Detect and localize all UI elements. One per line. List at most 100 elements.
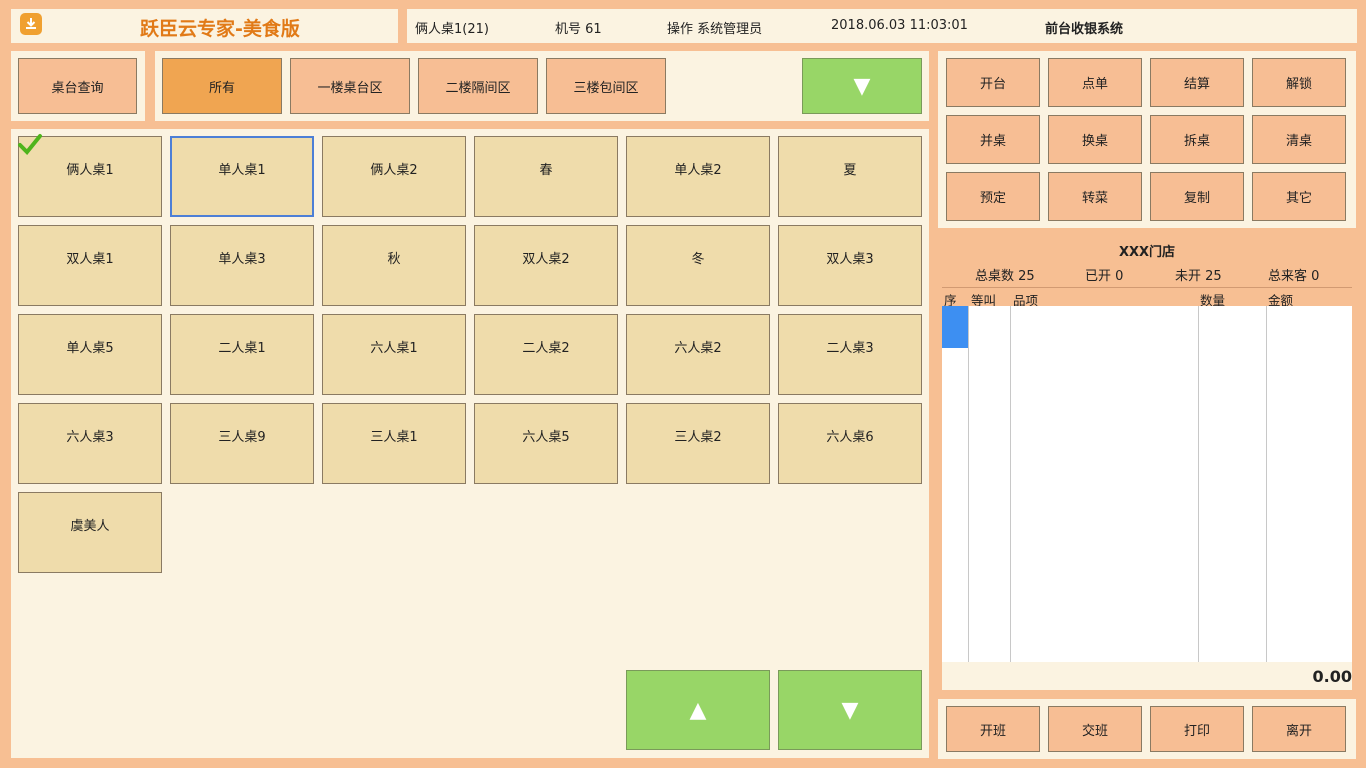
table-tile[interactable]: 三人桌2 bbox=[626, 403, 770, 484]
row-selector[interactable] bbox=[942, 306, 968, 348]
order-total: 0.00 bbox=[1312, 667, 1352, 686]
table-tile-label: 夏 bbox=[843, 163, 857, 178]
table-tile-label: 六人桌2 bbox=[674, 341, 722, 356]
table-tile-label: 单人桌5 bbox=[66, 341, 114, 356]
table-tile-label: 二人桌2 bbox=[522, 341, 570, 356]
action-button[interactable]: 换桌 bbox=[1048, 115, 1142, 164]
system-name: 前台收银系统 bbox=[1045, 22, 1124, 37]
action-panel: 开台 点单 结算 解锁并桌 换桌 拆桌 清桌预定 转菜 复制 其它 bbox=[938, 51, 1356, 228]
total-tables: 总桌数 25 bbox=[975, 269, 1035, 284]
action-button[interactable]: 点单 bbox=[1048, 58, 1142, 107]
action-button[interactable]: 清桌 bbox=[1252, 115, 1346, 164]
table-tile[interactable]: 三人桌9 bbox=[170, 403, 314, 484]
table-query-button[interactable]: 桌台查询 bbox=[18, 58, 137, 114]
tab-all[interactable]: 所有 bbox=[162, 58, 282, 114]
table-tile-label: 六人桌6 bbox=[826, 430, 874, 445]
table-tile-label: 二人桌3 bbox=[826, 341, 874, 356]
store-name: XXX门店 bbox=[1118, 245, 1176, 260]
machine-number: 机号 61 bbox=[555, 22, 602, 37]
current-table-info: 俩人桌1(21) bbox=[415, 22, 489, 37]
table-tile[interactable]: 春 bbox=[474, 136, 618, 217]
bottom-action-button[interactable]: 打印 bbox=[1150, 706, 1244, 752]
table-tile[interactable]: 六人桌6 bbox=[778, 403, 922, 484]
query-panel: 桌台查询 bbox=[11, 51, 145, 121]
table-tile-label: 单人桌2 bbox=[674, 163, 722, 178]
tab-floor1[interactable]: 一楼桌台区 bbox=[290, 58, 410, 114]
table-tile-label: 六人桌1 bbox=[370, 341, 418, 356]
col-divider bbox=[1266, 306, 1267, 662]
table-tile-label: 单人桌1 bbox=[218, 163, 266, 178]
tab-floor3[interactable]: 三楼包间区 bbox=[546, 58, 666, 114]
action-button[interactable]: 并桌 bbox=[946, 115, 1040, 164]
col-divider bbox=[1198, 306, 1199, 662]
operator-info: 操作 系统管理员 bbox=[667, 22, 763, 37]
action-button[interactable]: 开台 bbox=[946, 58, 1040, 107]
table-tile-label: 六人桌5 bbox=[522, 430, 570, 445]
table-tile[interactable]: 双人桌2 bbox=[474, 225, 618, 306]
table-tile[interactable]: 三人桌1 bbox=[322, 403, 466, 484]
table-tile-label: 冬 bbox=[691, 252, 705, 267]
action-button[interactable]: 解锁 bbox=[1252, 58, 1346, 107]
bottom-action-button[interactable]: 开班 bbox=[946, 706, 1040, 752]
table-tile-label: 三人桌9 bbox=[218, 430, 266, 445]
table-tile-label: 虞美人 bbox=[70, 519, 110, 534]
action-button[interactable]: 复制 bbox=[1150, 172, 1244, 221]
action-button[interactable]: 转菜 bbox=[1048, 172, 1142, 221]
order-total-bar: 0.00 bbox=[942, 662, 1352, 690]
arrow-down-icon: ▼ bbox=[841, 697, 859, 723]
table-tile-label: 六人桌3 bbox=[66, 430, 114, 445]
datetime: 2018.06.03 11:03:01 bbox=[831, 18, 968, 33]
table-tile[interactable]: 双人桌1 bbox=[18, 225, 162, 306]
table-grid-panel: 俩人桌1 单人桌1 俩人桌2 春 单人桌2 夏双人桌1 单人桌3 秋 双人桌2 冬 双人桌3 单人桌5… bbox=[11, 129, 929, 758]
table-tile[interactable]: 单人桌3 bbox=[170, 225, 314, 306]
table-tile-label: 三人桌2 bbox=[674, 430, 722, 445]
table-tile[interactable]: 双人桌3 bbox=[778, 225, 922, 306]
checkmark-icon bbox=[17, 133, 43, 161]
table-tile-label: 双人桌3 bbox=[826, 252, 874, 267]
tab-floor2[interactable]: 二楼隔间区 bbox=[418, 58, 538, 114]
table-tile-label: 俩人桌2 bbox=[370, 163, 418, 178]
action-button[interactable]: 预定 bbox=[946, 172, 1040, 221]
arrow-up-icon: ▲ bbox=[689, 697, 707, 723]
opened-tables: 已开 0 bbox=[1085, 269, 1124, 284]
table-tile-label: 俩人桌1 bbox=[66, 163, 114, 178]
title-panel: 跃臣云专家-美食版 bbox=[11, 9, 398, 43]
bottom-action-button[interactable]: 交班 bbox=[1048, 706, 1142, 752]
table-tile[interactable]: 二人桌2 bbox=[474, 314, 618, 395]
app-logo-icon bbox=[20, 13, 42, 35]
table-tile-label: 双人桌1 bbox=[66, 252, 114, 267]
col-divider bbox=[1010, 306, 1011, 662]
table-tile-label: 秋 bbox=[387, 252, 401, 267]
app-title: 跃臣云专家-美食版 bbox=[140, 18, 300, 40]
table-tile-label: 春 bbox=[539, 163, 553, 178]
table-tile-label: 单人桌3 bbox=[218, 252, 266, 267]
table-tile[interactable]: 秋 bbox=[322, 225, 466, 306]
table-tile[interactable]: 夏 bbox=[778, 136, 922, 217]
bottom-action-button[interactable]: 离开 bbox=[1252, 706, 1346, 752]
table-tile[interactable]: 六人桌1 bbox=[322, 314, 466, 395]
table-tile[interactable]: 二人桌1 bbox=[170, 314, 314, 395]
col-divider bbox=[968, 306, 969, 662]
action-button[interactable]: 拆桌 bbox=[1150, 115, 1244, 164]
action-button[interactable]: 结算 bbox=[1150, 58, 1244, 107]
table-tile[interactable]: 俩人桌1 bbox=[17, 133, 162, 217]
order-list[interactable] bbox=[942, 306, 1352, 662]
table-tile[interactable]: 单人桌2 bbox=[626, 136, 770, 217]
table-tile[interactable]: 单人桌1 bbox=[170, 136, 314, 217]
table-tile[interactable]: 六人桌3 bbox=[18, 403, 162, 484]
page-down-button[interactable]: ▼ bbox=[778, 670, 922, 750]
page-up-button[interactable]: ▲ bbox=[626, 670, 770, 750]
filter-more-button[interactable]: ▼ bbox=[802, 58, 922, 114]
bottom-action-panel: 开班 交班 打印 离开 bbox=[938, 699, 1356, 759]
table-tile[interactable]: 二人桌3 bbox=[778, 314, 922, 395]
action-button[interactable]: 其它 bbox=[1252, 172, 1346, 221]
table-tile[interactable]: 俩人桌2 bbox=[322, 136, 466, 217]
order-panel: XXX门店 总桌数 25 已开 0 未开 25 总来客 0 序 等叫 品项 数量… bbox=[938, 236, 1356, 692]
table-tile[interactable]: 虞美人 bbox=[18, 492, 162, 573]
order-table-header: 序 等叫 品项 数量 金额 bbox=[942, 287, 1352, 308]
table-tile[interactable]: 单人桌5 bbox=[18, 314, 162, 395]
table-tile[interactable]: 冬 bbox=[626, 225, 770, 306]
filter-panel: 所有 一楼桌台区 二楼隔间区 三楼包间区 ▼ bbox=[155, 51, 929, 121]
table-tile[interactable]: 六人桌2 bbox=[626, 314, 770, 395]
table-tile[interactable]: 六人桌5 bbox=[474, 403, 618, 484]
